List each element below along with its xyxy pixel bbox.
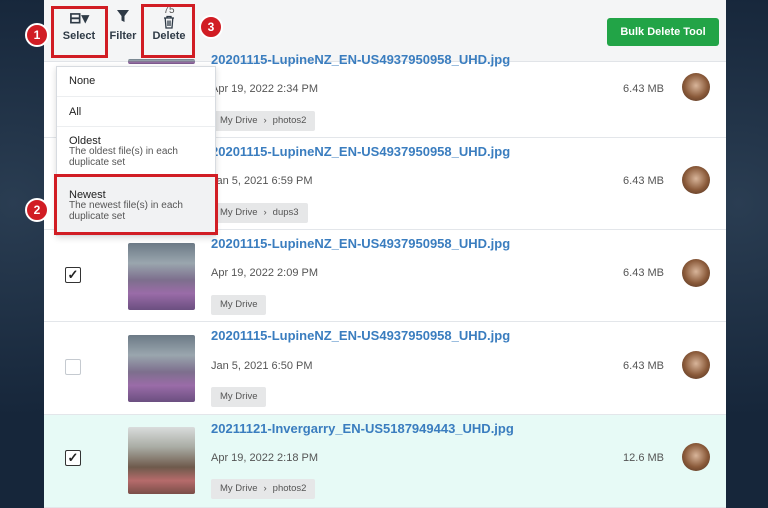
file-thumbnail (128, 427, 195, 494)
owner-avatar (682, 443, 710, 471)
menu-item-label: All (69, 106, 82, 118)
file-name-link[interactable]: 20201115-LupineNZ_EN-US4937950958_UHD.jp… (211, 236, 510, 251)
file-size: 6.43 MB (623, 175, 664, 187)
bulk-delete-tool-button[interactable]: Bulk Delete Tool (607, 18, 719, 46)
file-size: 6.43 MB (623, 267, 664, 279)
file-row[interactable]: ✓ 20211121-Invergarry_EN-US5187949443_UH… (44, 415, 726, 508)
breadcrumb-item[interactable]: My Drive (220, 483, 257, 494)
annotation-badge-3: 3 (199, 15, 223, 39)
breadcrumb: My Drive (211, 295, 267, 315)
annotation-highlight-delete (141, 4, 195, 58)
file-size: 6.43 MB (623, 83, 664, 95)
annotation-highlight-select (51, 6, 108, 58)
breadcrumb-item[interactable]: My Drive (220, 391, 257, 402)
file-name-link[interactable]: 20211121-Invergarry_EN-US5187949443_UHD.… (211, 421, 514, 436)
breadcrumb-item[interactable]: photos2 (273, 483, 307, 494)
annotation-highlight-newest (54, 174, 218, 235)
file-date: Jan 5, 2021 6:50 PM (211, 360, 313, 372)
chevron-right-icon: › (263, 115, 267, 126)
breadcrumb: My Drive › photos2 (211, 111, 316, 131)
file-size: 6.43 MB (623, 360, 664, 372)
file-date: Jan 5, 2021 6:59 PM (211, 175, 313, 187)
menu-item-oldest[interactable]: Oldest The oldest file(s) in each duplic… (57, 127, 215, 177)
row-checkbox[interactable]: ✓ (65, 450, 81, 466)
background-left (0, 0, 44, 508)
menu-item-description: The oldest file(s) in each duplicate set (69, 146, 178, 168)
file-name-link[interactable]: 20201115-LupineNZ_EN-US4937950958_UHD.jp… (211, 328, 510, 343)
file-date: Apr 19, 2022 2:34 PM (211, 83, 319, 95)
file-name-link[interactable]: 20201115-LupineNZ_EN-US4937950958_UHD.jp… (211, 144, 510, 159)
breadcrumb-item[interactable]: photos2 (273, 115, 307, 126)
owner-avatar (682, 73, 710, 101)
breadcrumb: My Drive › photos2 (211, 479, 316, 499)
breadcrumb-item[interactable]: My Drive (220, 207, 257, 218)
file-row[interactable]: 20201115-LupineNZ_EN-US4937950958_UHD.jp… (44, 322, 726, 415)
breadcrumb: My Drive › dups3 (211, 203, 308, 223)
breadcrumb-item[interactable]: dups3 (273, 207, 299, 218)
file-thumbnail (128, 59, 195, 64)
menu-item-none[interactable]: None (57, 67, 215, 97)
file-row[interactable]: ✓ 20201115-LupineNZ_EN-US4937950958_UHD.… (44, 230, 726, 322)
file-date: Apr 19, 2022 2:18 PM (211, 452, 319, 464)
row-checkbox[interactable]: ✓ (65, 267, 81, 283)
chevron-right-icon: › (263, 483, 267, 494)
filter-button[interactable]: Filter (108, 8, 138, 56)
background-right (726, 0, 768, 508)
file-thumbnail (128, 335, 195, 402)
owner-avatar (682, 166, 710, 194)
annotation-badge-2: 2 (25, 198, 49, 222)
breadcrumb: My Drive (211, 387, 267, 407)
annotation-badge-1: 1 (25, 23, 49, 47)
file-size: 12.6 MB (623, 452, 664, 464)
breadcrumb-item[interactable]: My Drive (220, 299, 257, 310)
row-checkbox[interactable] (65, 359, 81, 375)
menu-item-all[interactable]: All (57, 97, 215, 127)
file-name-link[interactable]: 20201115-LupineNZ_EN-US4937950958_UHD.jp… (211, 52, 510, 67)
filter-icon (108, 8, 138, 30)
file-date: Apr 19, 2022 2:09 PM (211, 267, 319, 279)
file-thumbnail (128, 243, 195, 310)
owner-avatar (682, 351, 710, 379)
menu-item-label: None (69, 75, 96, 87)
breadcrumb-item[interactable]: My Drive (220, 115, 257, 126)
filter-label: Filter (109, 30, 137, 42)
chevron-right-icon: › (263, 207, 267, 218)
owner-avatar (682, 259, 710, 287)
